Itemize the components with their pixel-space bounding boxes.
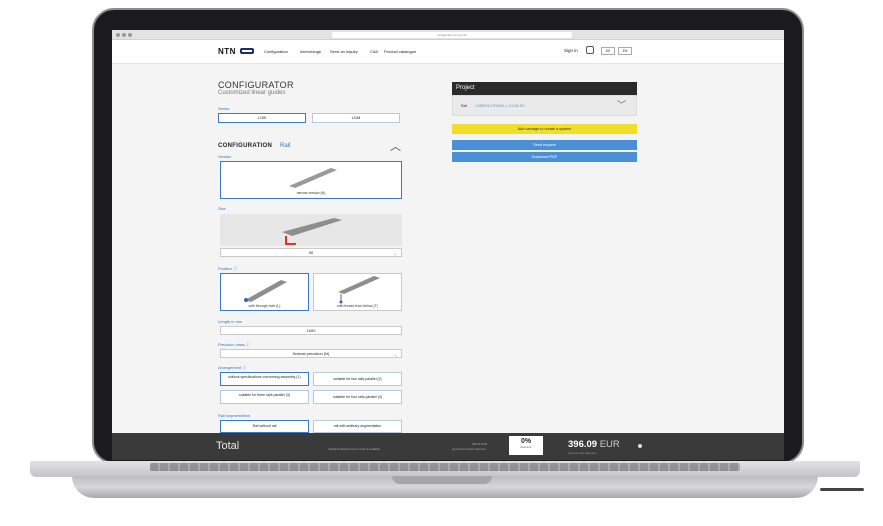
nav-configuration[interactable]: Configuration	[264, 49, 288, 54]
arrangement-option-2[interactable]: suitable for two rails parallel (2)	[313, 372, 402, 386]
download-pdf-button[interactable]: Download PDF	[452, 152, 637, 162]
scene: configurator.ntn-snr.de NTN Configuratio…	[0, 0, 883, 526]
length-input[interactable]: 1000	[220, 326, 402, 335]
nav-product-catalogue[interactable]: Product catalogue	[384, 49, 416, 54]
site-header: NTN Configuration Interchange Send an in…	[112, 40, 784, 64]
discount-value: 0%	[520, 438, 532, 445]
length-label: Length in mm	[218, 319, 243, 324]
signin-link[interactable]: Sign in	[564, 48, 578, 53]
browser-toolbar: configurator.ntn-snr.de	[112, 30, 784, 40]
total-label: Total	[216, 440, 240, 452]
discount-box: 0% Discount	[509, 436, 543, 455]
arrangement-option-4[interactable]: suitable for four rails parallel (4)	[313, 390, 402, 404]
gross-price: 396,09 EUR	[472, 442, 488, 446]
size-select[interactable]: 30 ⌄	[220, 248, 402, 257]
chevron-down-icon: ⌄	[393, 352, 397, 357]
rail-thread-image	[338, 276, 380, 304]
page-subtitle: Customized linear guides	[218, 90, 286, 96]
fixation-label: Fixation ⓘ	[218, 266, 238, 271]
delivery-note: Indicated delivery time if stock is avai…	[328, 447, 380, 451]
signin-icon[interactable]	[586, 46, 594, 54]
version-label: Version	[218, 154, 232, 159]
segmentation-option-2[interactable]: rail with arbitrary segmentation	[313, 420, 402, 433]
page-title: CONFIGURATOR	[218, 80, 294, 90]
arrangement-option-1[interactable]: without specifications concerning assemb…	[220, 372, 309, 386]
screen: configurator.ntn-snr.de NTN Configuratio…	[112, 30, 784, 460]
project-header: Project	[452, 82, 637, 95]
precision-label: Precision class ⓘ	[218, 342, 250, 347]
series-lgm-button[interactable]: LGM	[312, 113, 400, 123]
project-rail-label: Rail	[461, 104, 468, 108]
send-request-button[interactable]: Send request	[452, 140, 637, 150]
logo-mark-icon	[240, 48, 254, 54]
project-rail-row[interactable]: Rail LGBR30L2TN0001-1-S1-B2-R0 ﹀	[452, 95, 637, 116]
info-icon[interactable]	[638, 444, 642, 448]
laptop-notch	[392, 476, 492, 484]
gross-price-note: gross price before discount	[452, 447, 486, 451]
size-value: 30	[308, 250, 314, 255]
window-close-icon[interactable]	[116, 33, 120, 37]
window-minimize-icon[interactable]	[122, 33, 126, 37]
total-footer: Total Indicated delivery time if stock i…	[112, 433, 784, 460]
configuration-part: Rail	[280, 143, 291, 149]
ntn-logo[interactable]: NTN	[218, 47, 236, 56]
total-price: 396.09 EUR	[568, 439, 620, 450]
rail-size-image	[282, 217, 342, 245]
discount-label: Discount	[520, 445, 532, 449]
window-maximize-icon[interactable]	[128, 33, 132, 37]
project-rail-code: LGBR30L2TN0001-1-S1-B2-R0	[475, 104, 525, 108]
laptop-shadow	[820, 488, 864, 491]
version-caption: narrow version (N)	[296, 191, 326, 195]
size-label: Size	[218, 206, 226, 211]
address-bar[interactable]: configurator.ntn-snr.de	[332, 32, 572, 38]
chevron-down-icon: ⌄	[393, 251, 397, 256]
total-price-value: 396.09	[568, 439, 598, 450]
precision-value: Normal precision (N)	[292, 351, 330, 356]
chevron-up-icon[interactable]: ︿	[390, 138, 401, 154]
fixation-through-hole-card[interactable]: with through hole (L)	[220, 273, 309, 311]
segmentation-label: Rail segmentation	[218, 413, 251, 418]
arrangement-label: Arrangement ⓘ	[218, 365, 247, 370]
segmentation-option-1[interactable]: Rail without rail	[220, 420, 309, 433]
precision-select[interactable]: Normal precision (N) ⌄	[220, 349, 402, 358]
fixation-thread-caption: with thread from below (T)	[337, 304, 378, 308]
nav-cad[interactable]: CAD	[370, 49, 378, 54]
add-carriage-button[interactable]: Add carriage to create a system	[452, 124, 637, 134]
rail-through-hole-image	[244, 280, 287, 302]
net-price-note: net price after discount	[568, 451, 597, 455]
version-card[interactable]: narrow version (N)	[220, 161, 402, 199]
lang-en-button[interactable]: EN	[618, 47, 632, 55]
nav-interchange[interactable]: Interchange	[300, 49, 321, 54]
laptop-keyboard-edge	[150, 463, 740, 471]
nav-send-inquiry[interactable]: Send an inquiry	[330, 49, 358, 54]
chevron-down-icon[interactable]: ﹀	[617, 98, 626, 111]
rail-narrow-image	[289, 167, 337, 188]
arrangement-option-3[interactable]: suitable for three rails parallel (3)	[220, 390, 309, 404]
series-label: Series	[218, 106, 230, 111]
configuration-heading: CONFIGURATION	[218, 143, 273, 149]
fixation-thread-card[interactable]: with thread from below (T)	[313, 273, 402, 311]
lang-de-button[interactable]: DE	[601, 47, 615, 55]
size-preview	[220, 214, 402, 246]
total-price-currency: EUR	[599, 439, 620, 450]
fixation-through-hole-caption: with through hole (L)	[248, 304, 281, 308]
series-lgb-button[interactable]: LGB	[218, 113, 306, 123]
